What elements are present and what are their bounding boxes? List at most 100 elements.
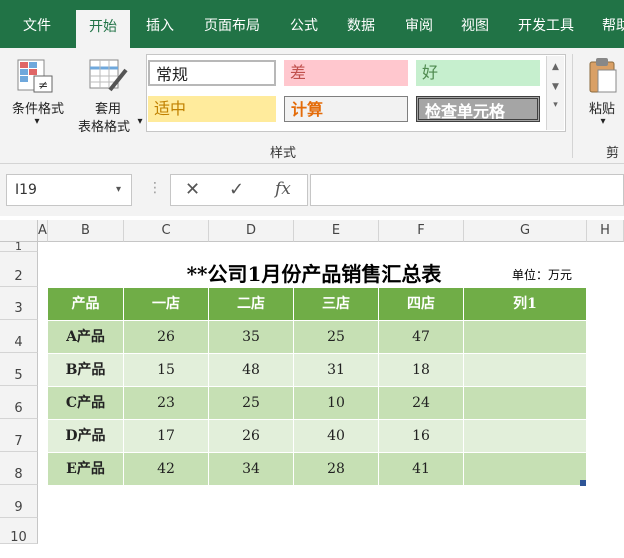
gallery-scrollbar[interactable]: ▲ ▼ ▾: [546, 56, 564, 130]
table-cell[interactable]: 24: [379, 387, 464, 419]
table-format-label-1: 套用: [94, 102, 121, 117]
paste-label: 粘贴: [588, 102, 615, 117]
table-header-store-1[interactable]: 一店: [124, 288, 209, 320]
formula-input[interactable]: [310, 174, 624, 206]
column-header-b[interactable]: B: [48, 220, 124, 242]
table-cell[interactable]: 23: [124, 387, 209, 419]
row-header-3[interactable]: 3: [0, 287, 38, 320]
table-cell[interactable]: 26: [124, 321, 209, 353]
table-cell[interactable]: 31: [294, 354, 379, 386]
row-header-1[interactable]: 1: [0, 241, 38, 252]
chevron-down-icon[interactable]: ▾: [596, 116, 610, 127]
cancel-icon[interactable]: ✕: [185, 179, 200, 200]
check-icon[interactable]: ✓: [229, 179, 244, 200]
table-cell[interactable]: B产品: [48, 354, 124, 386]
table-cell[interactable]: E产品: [48, 453, 124, 485]
table-resize-handle[interactable]: [580, 480, 586, 486]
column-header-f[interactable]: F: [379, 220, 464, 242]
sheet-title[interactable]: **公司1月份产品销售汇总表: [124, 258, 504, 287]
table-cell[interactable]: [464, 387, 587, 419]
chevron-down-icon[interactable]: ▾: [116, 184, 121, 195]
row-header-9[interactable]: 9: [0, 485, 38, 518]
tab-data[interactable]: 数据: [336, 0, 386, 48]
style-bad[interactable]: 差: [284, 60, 408, 86]
column-header-c[interactable]: C: [124, 220, 209, 242]
table-cell[interactable]: [464, 453, 587, 485]
clipboard-icon: [589, 58, 617, 93]
style-check-cell[interactable]: 检查单元格: [416, 96, 540, 122]
chevron-down-icon[interactable]: ▾: [30, 116, 44, 127]
table-header-store-4[interactable]: 四店: [379, 288, 464, 320]
column-header-e[interactable]: E: [294, 220, 379, 242]
tab-insert[interactable]: 插入: [136, 0, 184, 48]
ribbon-tab-bar: 文件 开始 插入 页面布局 公式 数据 审阅 视图 开发工具 帮助: [0, 0, 624, 48]
table-cell[interactable]: 15: [124, 354, 209, 386]
row-header-2[interactable]: 2: [0, 252, 38, 287]
table-header-store-2[interactable]: 二店: [209, 288, 294, 320]
select-all-corner[interactable]: [0, 220, 38, 242]
name-box[interactable]: I19: [6, 174, 132, 206]
table-cell[interactable]: [464, 321, 587, 353]
chevron-down-icon[interactable]: ▼: [547, 82, 564, 92]
table-format-button[interactable]: [86, 58, 130, 96]
column-header-g[interactable]: G: [464, 220, 587, 242]
table-cell[interactable]: 28: [294, 453, 379, 485]
tab-view[interactable]: 视图: [450, 0, 500, 48]
table-cell[interactable]: 16: [379, 420, 464, 452]
row-header-5[interactable]: 5: [0, 353, 38, 386]
column-header-d[interactable]: D: [209, 220, 294, 242]
table-cell[interactable]: D产品: [48, 420, 124, 452]
row-header-4[interactable]: 4: [0, 320, 38, 353]
row-header-10[interactable]: 10: [0, 518, 38, 545]
table-cell[interactable]: 10: [294, 387, 379, 419]
table-header-column-1[interactable]: 列1: [464, 288, 587, 320]
table-cell[interactable]: [464, 420, 587, 452]
table-cell[interactable]: 42: [124, 453, 209, 485]
insert-function-icon[interactable]: fx: [275, 179, 291, 199]
tab-formulas[interactable]: 公式: [280, 0, 328, 48]
table-header-product[interactable]: 产品: [48, 288, 124, 320]
style-neutral[interactable]: 适中: [148, 96, 276, 122]
style-good[interactable]: 好: [416, 60, 540, 86]
row-header-8[interactable]: 8: [0, 452, 38, 485]
tab-review[interactable]: 审阅: [394, 0, 444, 48]
table-cell[interactable]: 26: [209, 420, 294, 452]
tab-home[interactable]: 开始: [76, 10, 130, 48]
style-normal[interactable]: 常规: [148, 60, 276, 86]
row-header-6[interactable]: 6: [0, 386, 38, 419]
table-format-label-2: 表格格式: [77, 120, 130, 135]
clipboard-group-label: 剪: [606, 146, 620, 161]
table-cell[interactable]: A产品: [48, 321, 124, 353]
tab-help[interactable]: 帮助: [596, 0, 624, 48]
table-cell[interactable]: [464, 354, 587, 386]
conditional-format-icon: ≠: [17, 59, 53, 93]
table-header-store-3[interactable]: 三店: [294, 288, 379, 320]
chevron-down-icon[interactable]: ▾: [134, 116, 146, 127]
conditional-format-label: 条件格式: [11, 102, 64, 117]
table-cell[interactable]: 25: [209, 387, 294, 419]
table-cell[interactable]: 25: [294, 321, 379, 353]
drag-handle-icon[interactable]: ⋮: [148, 180, 162, 196]
tab-page-layout[interactable]: 页面布局: [194, 0, 270, 48]
table-cell[interactable]: 35: [209, 321, 294, 353]
tab-file[interactable]: 文件: [8, 0, 66, 48]
column-header-h[interactable]: H: [587, 220, 624, 242]
paste-button[interactable]: [586, 56, 620, 96]
style-calculation[interactable]: 计算: [284, 96, 408, 122]
more-icon[interactable]: ▾: [547, 100, 564, 110]
unit-label[interactable]: 单位：万元: [512, 266, 572, 283]
table-cell[interactable]: 48: [209, 354, 294, 386]
table-cell[interactable]: 18: [379, 354, 464, 386]
table-cell[interactable]: 41: [379, 453, 464, 485]
table-cell[interactable]: 34: [209, 453, 294, 485]
ribbon-home: ≠ 条件格式 ▾ 套用 表格格式 ▾ 常规 差 好 适中 计算 检查单元格 ▲ …: [0, 48, 624, 164]
tab-developer[interactable]: 开发工具: [508, 0, 584, 48]
table-cell[interactable]: 47: [379, 321, 464, 353]
column-header-a[interactable]: A: [38, 220, 48, 242]
conditional-format-button[interactable]: ≠: [14, 58, 58, 96]
chevron-up-icon[interactable]: ▲: [547, 62, 564, 72]
table-cell[interactable]: 40: [294, 420, 379, 452]
table-cell[interactable]: 17: [124, 420, 209, 452]
row-header-7[interactable]: 7: [0, 419, 38, 452]
table-cell[interactable]: C产品: [48, 387, 124, 419]
